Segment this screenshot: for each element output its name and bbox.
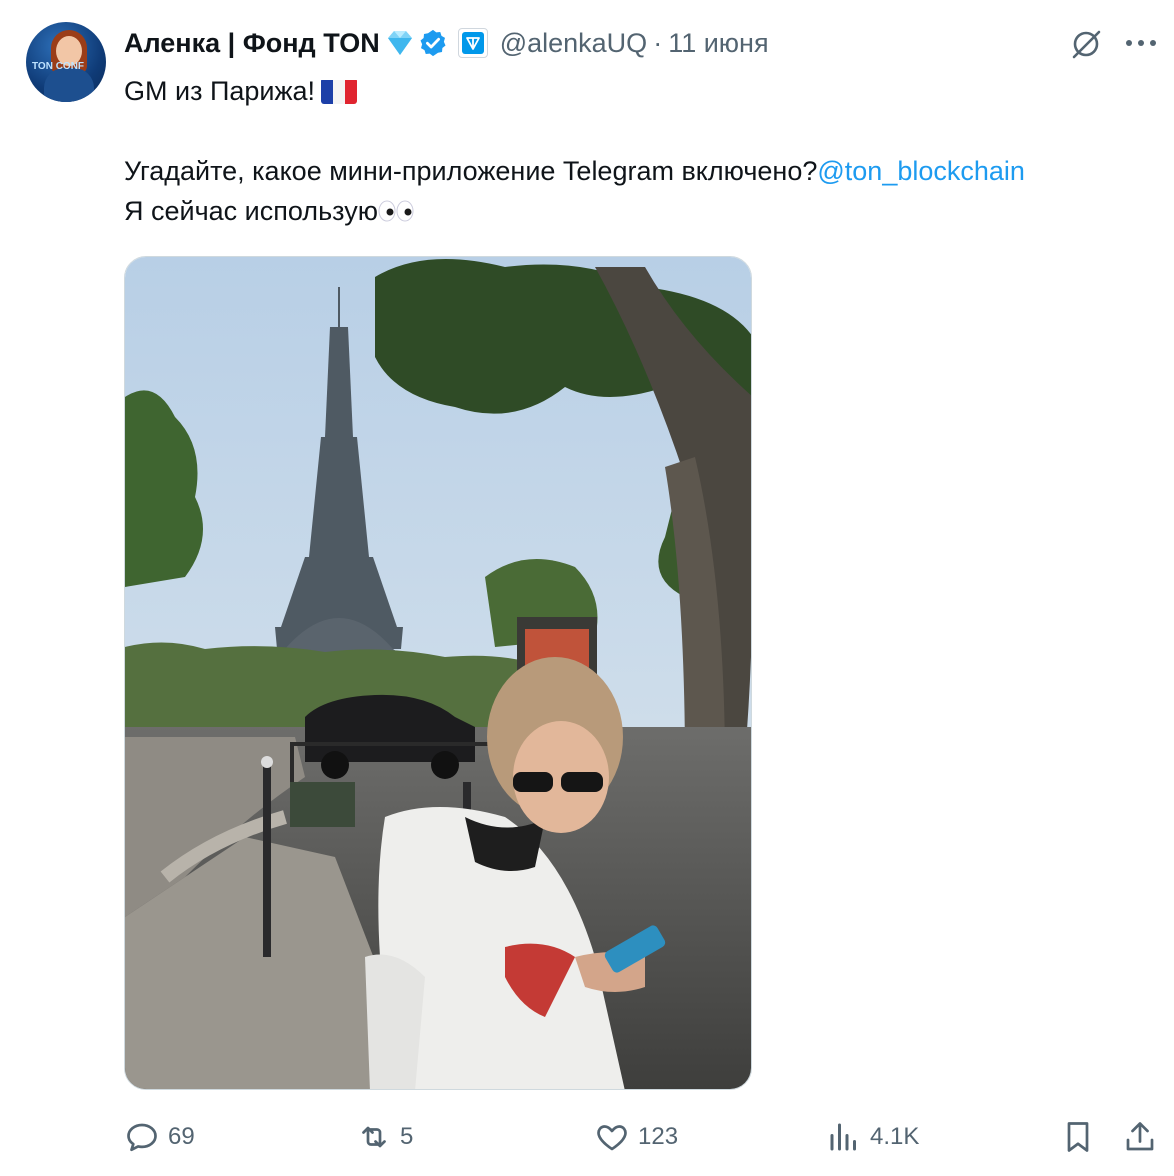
photo-illustration: [125, 257, 751, 1089]
tweet-text-line2: Угадайте, какое мини-приложение Telegram…: [124, 152, 1025, 190]
mention-link[interactable]: @ton_blockchain: [817, 156, 1025, 186]
share-icon: [1126, 1122, 1154, 1151]
avatar-badge-text: TON CONF: [32, 61, 85, 72]
reply-icon: [127, 1123, 157, 1152]
more-options-icon[interactable]: [1126, 38, 1156, 48]
tweet-actions: 69 5 123 4.1K: [0, 1114, 1174, 1160]
share-button[interactable]: [1122, 1114, 1158, 1160]
tweet-question: Угадайте, какое мини-приложение Telegram…: [124, 156, 818, 186]
separator-dot: ·: [653, 27, 663, 58]
tweet-using: Я сейчас использую: [124, 196, 378, 226]
more-dot: [1150, 40, 1156, 46]
reply-count: 69: [168, 1123, 195, 1150]
france-flag-emoji: [321, 78, 358, 104]
tweet-date[interactable]: 11 июня: [668, 28, 768, 59]
ton-affiliate-badge-icon[interactable]: [457, 28, 488, 58]
bookmark-button[interactable]: [1060, 1114, 1096, 1160]
like-icon: [597, 1125, 627, 1151]
bookmark-icon: [1067, 1122, 1089, 1152]
retweet-button[interactable]: 5: [356, 1114, 413, 1160]
views-count: 4.1K: [870, 1123, 920, 1150]
verified-badge-icon[interactable]: [418, 28, 448, 58]
tweet-header: Аленка | Фонд TON @alenkaUQ · 11 июня: [124, 26, 769, 60]
author-avatar[interactable]: TON CONF: [26, 22, 106, 102]
tweet-text-line1: GM из Парижа!: [124, 72, 358, 110]
like-button[interactable]: 123: [594, 1114, 678, 1160]
tweet-text-line3: Я сейчас использую: [124, 192, 414, 230]
reply-button[interactable]: 69: [124, 1114, 195, 1160]
views-icon: [830, 1123, 856, 1151]
diamond-emoji-icon: [387, 31, 412, 55]
more-dot: [1126, 40, 1132, 46]
avatar-body: [44, 68, 94, 102]
retweet-icon: [362, 1126, 386, 1148]
eyes-emoji: [378, 194, 414, 222]
grok-icon[interactable]: [1068, 26, 1104, 62]
tweet-greeting: GM из Парижа!: [124, 76, 316, 106]
views-button[interactable]: 4.1K: [826, 1114, 919, 1160]
tweet-photo[interactable]: [124, 256, 752, 1090]
more-dot: [1138, 40, 1144, 46]
author-name[interactable]: Аленка | Фонд TON: [124, 28, 380, 59]
like-count: 123: [638, 1123, 679, 1150]
retweet-count: 5: [400, 1123, 414, 1150]
author-handle[interactable]: @alenkaUQ: [500, 28, 647, 59]
